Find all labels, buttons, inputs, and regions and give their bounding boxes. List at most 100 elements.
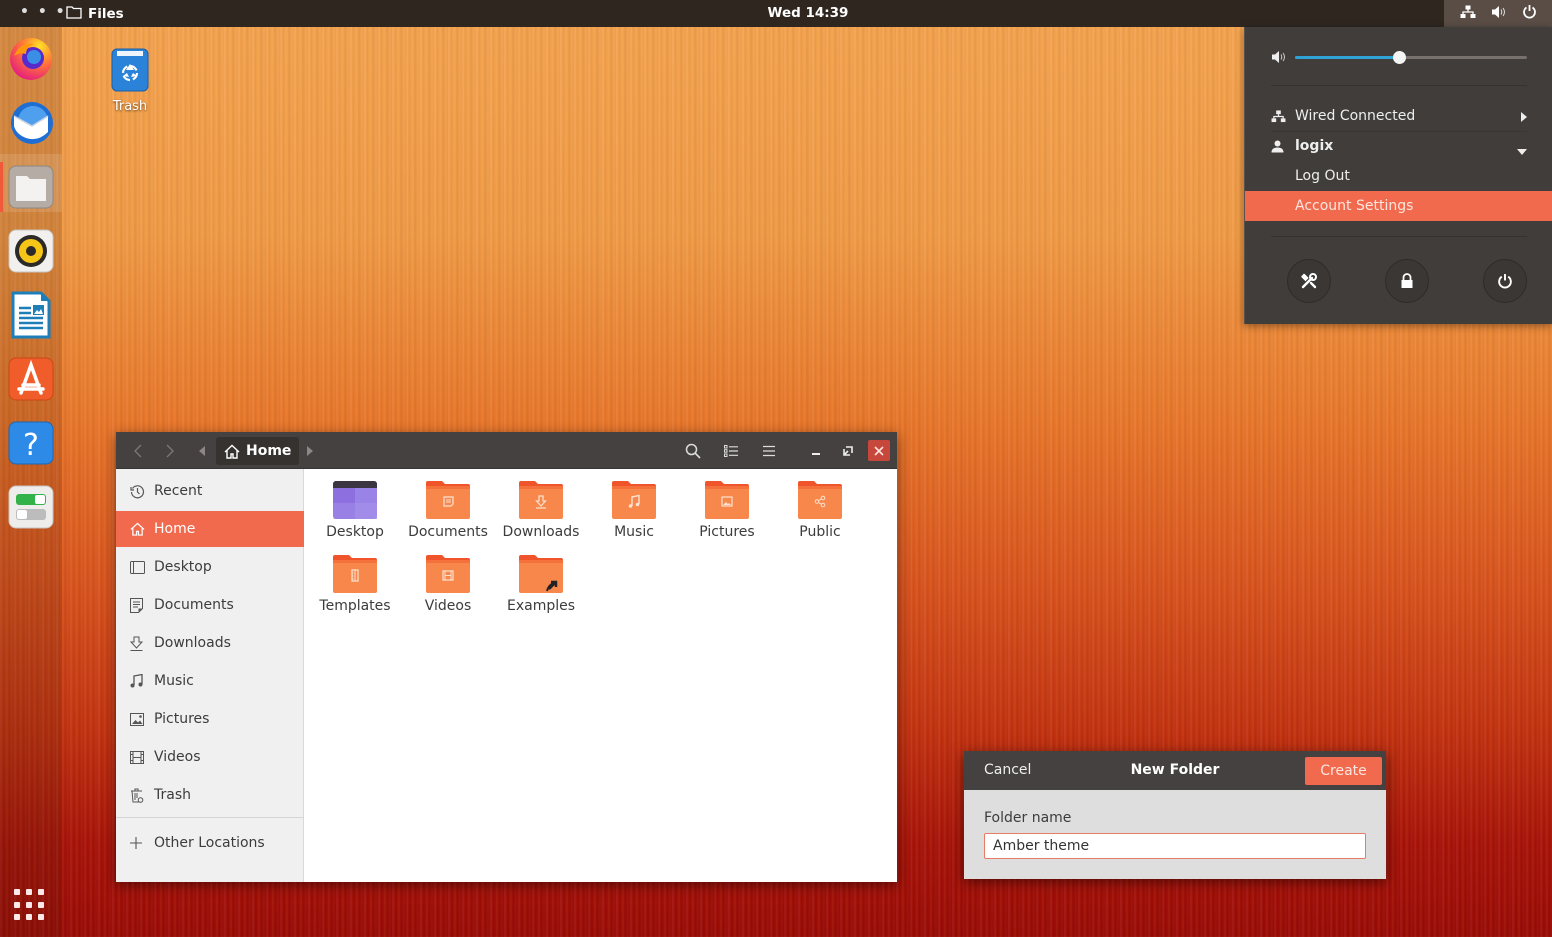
- sidebar-item-downloads[interactable]: Downloads: [116, 625, 304, 661]
- user-menu-item[interactable]: logix: [1245, 131, 1552, 161]
- maximize-button[interactable]: [836, 432, 860, 469]
- top-bar: • • • Files Wed 14:39: [0, 0, 1552, 27]
- clock[interactable]: Wed 14:39: [0, 5, 1552, 21]
- folder-link-icon: [517, 553, 565, 595]
- log-out-menu-item[interactable]: Log Out: [1245, 161, 1552, 191]
- sidebar-separator: [116, 817, 304, 818]
- software-icon: [8, 357, 54, 401]
- dock-item-thunderbird[interactable]: [6, 98, 56, 148]
- create-button[interactable]: Create: [1305, 757, 1382, 785]
- sidebar-item-label: Downloads: [154, 635, 231, 651]
- folder-picture-icon: [703, 479, 751, 521]
- status-area[interactable]: [1444, 0, 1552, 27]
- toggle-settings-icon: [8, 485, 54, 529]
- power-icon: [1522, 4, 1537, 23]
- folder-label: Examples: [506, 598, 576, 614]
- pictures-icon: [130, 712, 154, 726]
- account-settings-menu-item[interactable]: Account Settings: [1245, 191, 1552, 221]
- show-applications-button[interactable]: [14, 889, 48, 923]
- dock-item-settings[interactable]: [6, 482, 56, 532]
- folder-public[interactable]: Public: [774, 469, 866, 541]
- dock-item-firefox[interactable]: [6, 34, 56, 84]
- folder-desktop[interactable]: Desktop: [309, 469, 401, 541]
- folder-documents[interactable]: Documents: [402, 469, 494, 541]
- sidebar-item-trash[interactable]: Trash: [116, 777, 304, 813]
- system-buttons: [1287, 259, 1527, 303]
- account-settings-label: Account Settings: [1295, 198, 1414, 214]
- breadcrumb-scroll-right[interactable]: [302, 432, 318, 469]
- close-icon: [874, 445, 884, 456]
- trash-icon: [111, 48, 149, 92]
- folder-music[interactable]: Music: [588, 469, 680, 541]
- chevron-right-icon: [166, 444, 174, 457]
- arrow-left-icon: [199, 445, 205, 456]
- minimize-icon: [812, 452, 820, 455]
- dock-item-writer[interactable]: [6, 290, 56, 340]
- lock-icon: [1401, 273, 1413, 288]
- power-icon: [1498, 274, 1512, 289]
- menu-button[interactable]: [754, 432, 784, 469]
- maximize-icon: [843, 445, 853, 456]
- breadcrumb-home[interactable]: Home: [216, 437, 300, 465]
- folder-label: Templates: [319, 598, 391, 614]
- sidebar-item-home[interactable]: Home: [116, 511, 304, 547]
- volume-icon: [1271, 50, 1287, 68]
- trash-icon: [130, 788, 154, 803]
- volume-slider[interactable]: [1295, 51, 1527, 64]
- back-button[interactable]: [124, 432, 152, 469]
- folder-label: Downloads: [502, 524, 580, 540]
- lock-button[interactable]: [1385, 259, 1429, 303]
- volume-slider-knob[interactable]: [1393, 51, 1407, 64]
- sidebar-item-other-locations[interactable]: Other Locations: [116, 825, 304, 861]
- settings-button[interactable]: [1287, 259, 1331, 303]
- sidebar-item-documents[interactable]: Documents: [116, 587, 304, 623]
- sidebar-item-label: Recent: [154, 483, 203, 499]
- dock-item-files[interactable]: [0, 154, 62, 212]
- folder-pictures[interactable]: Pictures: [681, 469, 773, 541]
- sidebar-item-label: Music: [154, 673, 194, 689]
- search-button[interactable]: [678, 432, 708, 469]
- sidebar-item-label: Desktop: [154, 559, 212, 575]
- sidebar-item-pictures[interactable]: Pictures: [116, 701, 304, 737]
- power-off-button[interactable]: [1483, 259, 1527, 303]
- home-icon: [130, 522, 154, 536]
- sidebar-item-music[interactable]: Music: [116, 663, 304, 699]
- plus-icon: [130, 837, 154, 849]
- dock-item-rhythmbox[interactable]: [6, 226, 56, 276]
- system-menu: Wired Connected logix Log Out Account Se…: [1244, 27, 1552, 324]
- log-out-label: Log Out: [1295, 168, 1350, 184]
- recent-icon: [130, 484, 154, 499]
- folder-download-icon: [517, 479, 565, 521]
- firefox-icon: [10, 38, 52, 80]
- dock-item-software[interactable]: [6, 354, 56, 404]
- separator: [1271, 85, 1527, 86]
- breadcrumb-scroll-left[interactable]: [194, 432, 210, 469]
- sidebar-item-label: Home: [154, 521, 196, 537]
- list-view-icon: [724, 444, 738, 457]
- folder-label: Pictures: [699, 524, 755, 540]
- sidebar-item-desktop[interactable]: Desktop: [116, 549, 304, 585]
- music-icon: [130, 674, 154, 688]
- folder-templates[interactable]: Templates: [309, 543, 401, 615]
- desktop-trash-label: Trash: [112, 99, 148, 114]
- folder-downloads[interactable]: Downloads: [495, 469, 587, 541]
- sidebar-item-videos[interactable]: Videos: [116, 739, 304, 775]
- new-folder-dialog: Cancel New Folder Create Folder name: [964, 751, 1386, 879]
- folder-examples[interactable]: Examples: [495, 543, 587, 615]
- forward-button[interactable]: [156, 432, 184, 469]
- sidebar-item-recent[interactable]: Recent: [116, 473, 304, 509]
- dock-item-help[interactable]: ?: [6, 418, 56, 468]
- folder-label: Documents: [408, 524, 488, 540]
- folder-name-input[interactable]: [984, 833, 1366, 859]
- minimize-button[interactable]: [804, 432, 828, 469]
- view-toggle-button[interactable]: [716, 432, 746, 469]
- dialog-header: Cancel New Folder Create: [964, 751, 1386, 790]
- desktop-icon: [130, 560, 154, 574]
- file-view: Desktop Documents Downloads Music Pictures Pu…: [305, 469, 897, 882]
- thunderbird-icon: [11, 102, 53, 144]
- desktop-trash[interactable]: Trash: [106, 47, 154, 114]
- folder-videos[interactable]: Videos: [402, 543, 494, 615]
- network-menu-item[interactable]: Wired Connected: [1245, 101, 1552, 131]
- close-button[interactable]: [868, 440, 890, 461]
- folder-label: Music: [614, 524, 654, 540]
